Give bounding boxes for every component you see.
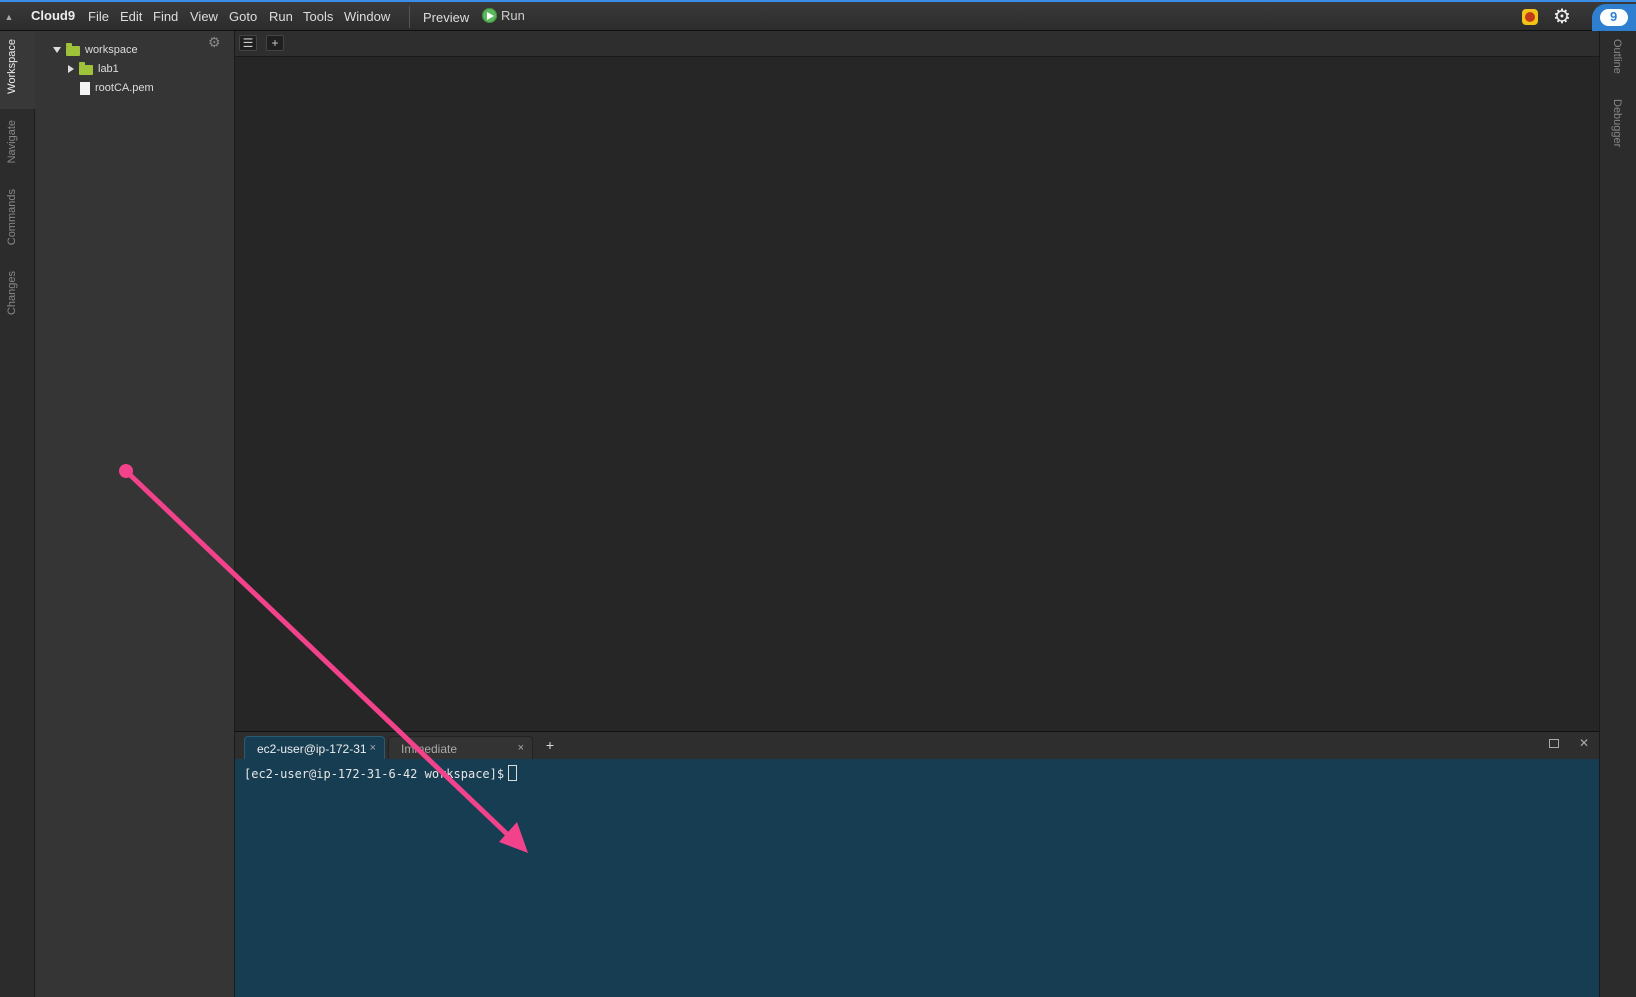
gear-icon[interactable]: ⚙: [1552, 7, 1572, 27]
tree-item-rootca-pem[interactable]: rootCA.pem: [80, 80, 154, 96]
file-icon: [80, 81, 90, 95]
menu-find[interactable]: Find: [153, 9, 178, 24]
menu-divider: [409, 6, 410, 28]
terminal-cursor: [508, 765, 518, 781]
menu-edit[interactable]: Edit: [120, 9, 142, 24]
close-tab-icon[interactable]: ×: [370, 742, 376, 754]
tab-outline[interactable]: Outline: [1611, 39, 1623, 74]
folder-icon: [66, 43, 80, 56]
close-tab-icon[interactable]: ×: [518, 742, 524, 754]
tab-list-menu-icon[interactable]: ☰: [239, 35, 257, 51]
run-button[interactable]: Run: [482, 8, 525, 23]
menu-window[interactable]: Window: [344, 9, 390, 24]
brand-menu[interactable]: Cloud9: [31, 8, 75, 23]
tab-workspace[interactable]: Workspace: [6, 39, 18, 94]
preview-button[interactable]: Preview: [423, 10, 469, 25]
tab-terminal[interactable]: ec2-user@ip-172-31 ×: [244, 736, 385, 760]
expanded-arrow-icon[interactable]: [53, 47, 61, 53]
tab-label: Immediate: [401, 742, 458, 756]
folder-icon: [79, 62, 93, 75]
tab-commands[interactable]: Commands: [6, 189, 18, 245]
terminal[interactable]: [ec2-user@ip-172-31-6-42 workspace]$: [235, 759, 1599, 997]
restore-panel-icon[interactable]: [1549, 739, 1559, 748]
run-label: Run: [501, 8, 525, 23]
tree-settings-icon[interactable]: ⚙: [208, 34, 221, 51]
editor-tab-bar: ☰ +: [235, 31, 1599, 57]
menu-view[interactable]: View: [190, 9, 218, 24]
terminal-prompt-line: [ec2-user@ip-172-31-6-42 workspace]$: [244, 765, 518, 781]
cloud-badge-label: 9: [1610, 9, 1618, 24]
new-terminal-button[interactable]: +: [541, 737, 559, 753]
cloud-icon: 9: [1600, 9, 1628, 26]
bug-icon[interactable]: [1522, 9, 1538, 25]
new-tab-button[interactable]: +: [266, 35, 284, 51]
terminal-prompt: [ec2-user@ip-172-31-6-42 workspace]$: [244, 767, 505, 781]
tab-label: ec2-user@ip-172-31: [257, 742, 367, 756]
collapsed-arrow-icon[interactable]: [68, 65, 74, 73]
cloud9-account-button[interactable]: 9: [1592, 4, 1636, 31]
close-panel-icon[interactable]: ✕: [1579, 736, 1589, 750]
tree-item-label: lab1: [98, 63, 119, 75]
file-tree-panel: ⚙ workspace lab1 rootCA.pem: [35, 31, 235, 997]
menu-bar: ▲ Cloud9 File Edit Find View Goto Run To…: [0, 0, 1636, 31]
menu-goto[interactable]: Goto: [229, 9, 257, 24]
menu-run[interactable]: Run: [269, 9, 293, 24]
menu-file[interactable]: File: [88, 9, 109, 24]
tree-item-workspace[interactable]: workspace: [53, 42, 138, 58]
tab-debugger[interactable]: Debugger: [1611, 99, 1623, 147]
menu-tools[interactable]: Tools: [303, 9, 333, 24]
tab-immediate[interactable]: Immediate ×: [388, 736, 533, 760]
tab-navigate[interactable]: Navigate: [6, 120, 18, 163]
left-panel-tabs: Workspace Navigate Commands Changes: [0, 31, 35, 997]
tree-item-label: rootCA.pem: [95, 82, 154, 94]
play-icon: [482, 8, 497, 23]
editor-area[interactable]: ☰ +: [235, 31, 1599, 731]
tab-changes[interactable]: Changes: [6, 271, 18, 315]
right-panel-tabs: Outline Debugger: [1599, 31, 1636, 997]
tree-item-lab1[interactable]: lab1: [68, 61, 119, 77]
tree-item-label: workspace: [85, 44, 138, 56]
terminal-tab-bar: ec2-user@ip-172-31 × Immediate × + ✕: [235, 731, 1599, 760]
collapse-menu-icon[interactable]: ▲: [0, 2, 18, 31]
